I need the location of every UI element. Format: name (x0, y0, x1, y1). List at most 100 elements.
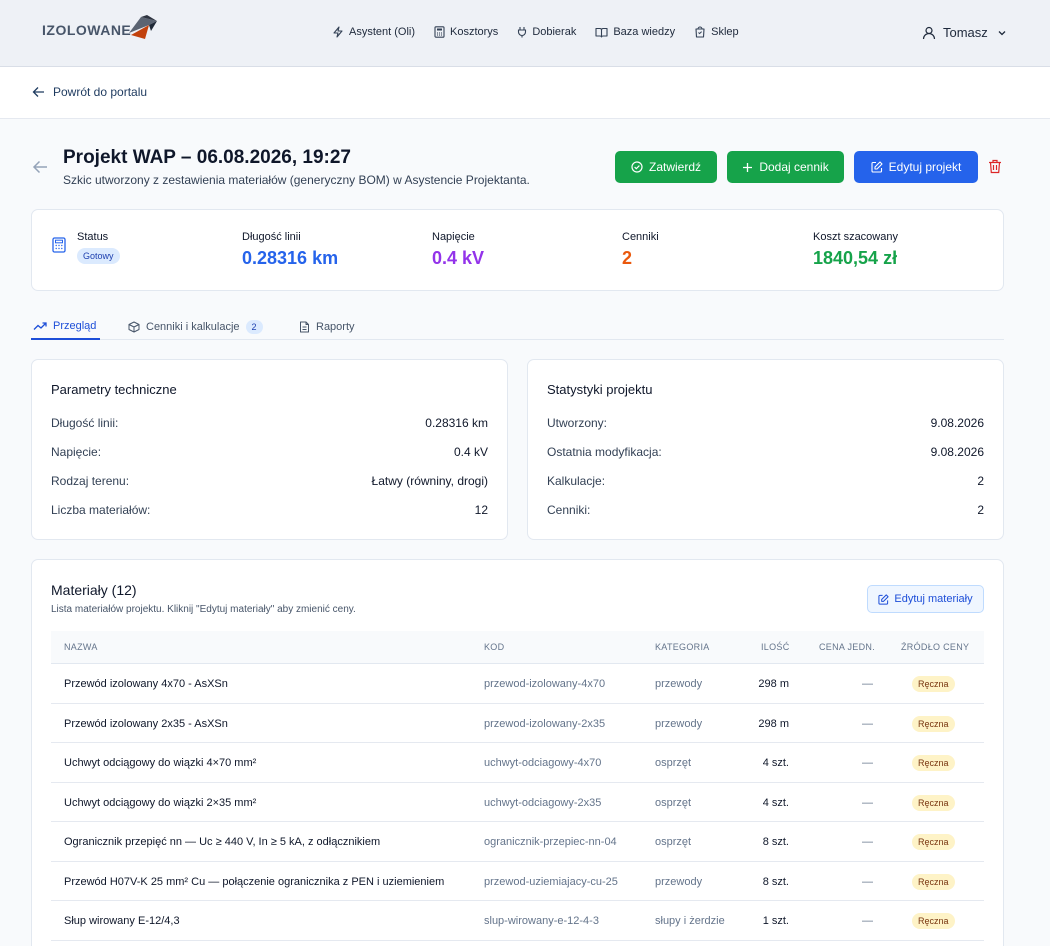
column-header-qty: ILOŚĆ (761, 642, 790, 652)
length-value: 0.28316 km (242, 248, 339, 268)
status-badge: Gotowy (77, 248, 120, 264)
add-pricelist-button[interactable]: Dodaj cennik (727, 151, 844, 183)
bolt-icon (333, 26, 343, 38)
material-unit-price: — (862, 796, 873, 809)
tab-count-badge: 2 (245, 319, 263, 334)
user-icon (922, 26, 936, 39)
material-category: osprzęt (655, 796, 692, 809)
cost-value: 1840,54 zł (813, 248, 898, 268)
top-navbar: IZOLOWANE Asystent (Oli) Kosztorys Dobie… (0, 0, 1050, 67)
edit-project-button[interactable]: Edytuj projekt (854, 151, 978, 183)
stats-label: Kalkulacje: (547, 474, 606, 488)
back-link-label: Powrót do portalu (53, 85, 148, 99)
pricelists-value: 2 (622, 248, 633, 268)
user-menu[interactable]: Tomasz (922, 25, 1014, 40)
page-subtitle: Szkic utworzony z zestawienia materiałów… (63, 173, 530, 187)
column-header-code: KOD (484, 642, 505, 652)
project-back-button[interactable] (32, 160, 48, 179)
calculator-icon (52, 237, 66, 253)
voltage-label: Napięcie (432, 231, 475, 243)
bird-logo-icon (129, 15, 158, 39)
check-circle-icon (631, 161, 643, 173)
material-name: Przewód izolowany 4x70 - AsXSn (64, 678, 228, 690)
nav-dobierak[interactable]: Dobierak (517, 26, 576, 38)
edit-project-label: Edytuj projekt (888, 160, 962, 174)
price-source-badge: Ręczna (912, 715, 955, 732)
nav-sklep[interactable]: Sklep (694, 26, 739, 38)
table-row[interactable]: Przewód izolowany 4x70 - AsXSn przewod-i… (51, 664, 984, 704)
nav-label: Dobierak (532, 26, 577, 38)
material-qty: 4 szt. (762, 757, 789, 769)
edit-icon (878, 593, 889, 605)
nav-kosztorys[interactable]: Kosztorys (434, 26, 498, 38)
brand-logo[interactable]: IZOLOWANE (42, 15, 161, 43)
table-row[interactable]: Przewód H07V-K 25 mm² Cu — połączenie og… (51, 862, 984, 901)
material-category: przewody (655, 875, 703, 888)
approve-button[interactable]: Zatwierdź (615, 151, 717, 183)
material-unit-price: — (862, 717, 873, 730)
material-code: ogranicznik-przepiec-nn-04 (484, 836, 617, 848)
nav-label: Kosztorys (450, 26, 499, 38)
edit-icon (871, 161, 883, 173)
materials-title: Materiały (12) (51, 582, 137, 598)
price-source-badge: Ręczna (912, 794, 955, 811)
tab-label: Przegląd (53, 319, 97, 332)
tab-przeglad[interactable]: Przegląd (31, 313, 100, 340)
material-category: przewody (655, 717, 703, 730)
material-name: Uchwyt odciągowy do wiązki 2×35 mm² (64, 796, 257, 809)
tab-raporty[interactable]: Raporty (299, 313, 355, 340)
book-icon (595, 27, 608, 38)
shop-icon (695, 26, 705, 38)
table-row[interactable]: Przewód izolowany 2x35 - AsXSn przewod-i… (51, 704, 984, 743)
tech-params-title: Parametry techniczne (51, 382, 177, 397)
table-row[interactable]: Uchwyt odciągowy do wiązki 2×35 mm² uchw… (51, 783, 984, 822)
back-to-portal-link[interactable]: Powrót do portalu (32, 85, 147, 99)
column-header-name: NAZWA (64, 642, 98, 652)
trending-up-icon (33, 321, 47, 330)
material-code: przewod-izolowany-4x70 (484, 678, 606, 690)
material-unit-price: — (862, 915, 873, 927)
tech-value: Łatwy (równiny, drogi) (371, 474, 488, 488)
main-nav: Asystent (Oli) Kosztorys Dobierak Baza w… (332, 26, 758, 38)
material-qty: 8 szt. (762, 836, 789, 848)
nav-label: Baza wiedzy (613, 26, 676, 38)
tech-value: 0.28316 km (425, 416, 488, 430)
delete-project-button[interactable] (988, 159, 1002, 179)
price-source-badge: Ręczna (912, 834, 955, 850)
material-category: osprzęt (655, 757, 692, 769)
tab-cenniki[interactable]: Cenniki i kalkulacje 2 (128, 313, 263, 340)
nav-asystent[interactable]: Asystent (Oli) (332, 26, 415, 38)
back-bar: Powrót do portalu (0, 67, 1050, 119)
table-header: NAZWA KOD KATEGORIA ILOŚĆ CENA JEDN. ŹRÓ… (51, 631, 984, 664)
edit-materials-button[interactable]: Edytuj materiały (867, 585, 984, 613)
approve-label: Zatwierdź (648, 160, 701, 174)
project-stats-title: Statystyki projektu (547, 382, 653, 397)
materials-subtitle: Lista materiałów projektu. Kliknij "Edyt… (51, 604, 356, 615)
length-label: Długość linii (242, 231, 301, 243)
tech-label: Liczba materiałów: (51, 503, 151, 517)
material-qty: 4 szt. (762, 796, 789, 809)
price-source-badge: Ręczna (912, 755, 955, 771)
pricelists-label: Cenniki (622, 231, 659, 243)
nav-baza-wiedzy[interactable]: Baza wiedzy (595, 26, 675, 38)
price-source-badge: Ręczna (912, 913, 955, 929)
chevron-down-icon (998, 30, 1006, 35)
price-source-badge: Ręczna (912, 676, 955, 692)
material-unit-price: — (862, 757, 873, 769)
material-code: uchwyt-odciagowy-4x70 (484, 757, 602, 769)
material-code: przewod-uziemiajacy-cu-25 (484, 875, 618, 888)
column-header-price-source: ŹRÓDŁO CENY (901, 642, 970, 652)
nav-label: Asystent (Oli) (349, 26, 416, 38)
table-row[interactable]: Słup wirowany E-12/4,3 slup-wirowany-e-1… (51, 901, 984, 941)
tab-label: Raporty (316, 320, 355, 333)
material-code: przewod-izolowany-2x35 (484, 717, 606, 730)
stats-value: 2 (977, 474, 984, 488)
table-row[interactable]: Ogranicznik przepięć nn — Uc ≥ 440 V, In… (51, 822, 984, 862)
material-qty: 298 m (758, 678, 789, 690)
price-source-badge: Ręczna (912, 873, 955, 890)
box-icon (128, 321, 140, 332)
material-unit-price: — (862, 836, 873, 848)
material-name: Uchwyt odciągowy do wiązki 4×70 mm² (64, 757, 257, 769)
table-row[interactable]: Uchwyt odciągowy do wiązki 4×70 mm² uchw… (51, 743, 984, 783)
voltage-value: 0.4 kV (432, 248, 485, 268)
